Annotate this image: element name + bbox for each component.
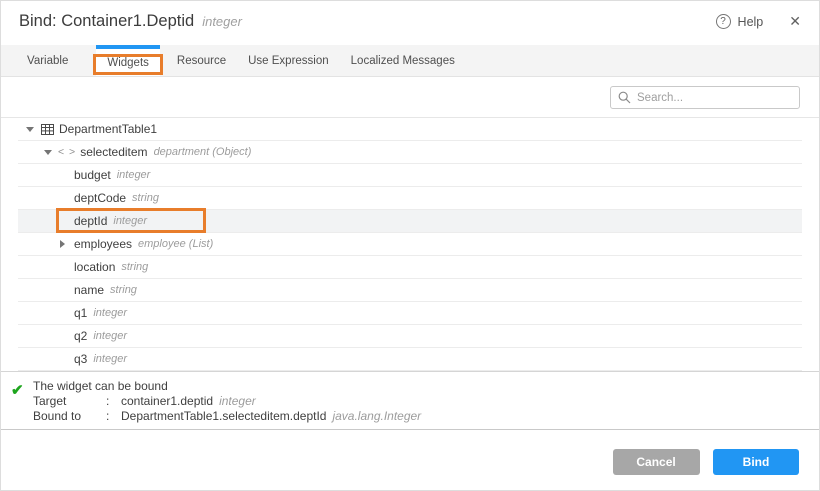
dialog-title: Bind: Container1.Deptid [19, 12, 194, 30]
tree-row-selecteditem[interactable]: < > selecteditem department (Object) [18, 141, 802, 164]
table-icon [41, 124, 54, 135]
target-type: integer [219, 394, 256, 409]
tab-variable[interactable]: Variable [16, 45, 79, 76]
tab-use-expression[interactable]: Use Expression [237, 45, 340, 76]
tree-row-q2[interactable]: q2 integer [18, 325, 802, 348]
bind-dialog: Bind: Container1.Deptidinteger ? Help ✕ … [0, 0, 820, 491]
tree-row-q1[interactable]: q1 integer [18, 302, 802, 325]
tree-row-budget[interactable]: budget integer [18, 164, 802, 187]
tree-row-type: integer [93, 307, 127, 319]
tree-row-label: deptCode [74, 191, 126, 205]
tree-row-label: q1 [74, 306, 87, 320]
status-target-line: Target : container1.deptid integer [33, 394, 819, 409]
tree-row-q3[interactable]: q3 integer [18, 348, 802, 371]
close-icon[interactable]: ✕ [789, 14, 801, 29]
help-link[interactable]: Help [738, 15, 764, 29]
status-boundto-line: Bound to : DepartmentTable1.selecteditem… [33, 409, 819, 424]
target-label: Target [33, 394, 106, 409]
dialog-header: Bind: Container1.Deptid integer ? Help ✕ [1, 1, 819, 45]
tree-row-type: string [132, 192, 159, 204]
caret-down-icon[interactable] [44, 150, 52, 155]
tree-row-employees[interactable]: employees employee (List) [18, 233, 802, 256]
tree-row-type: integer [93, 353, 127, 365]
code-brackets-icon: < > [58, 146, 76, 158]
cancel-button[interactable]: Cancel [613, 449, 700, 475]
tree-row-deptcode[interactable]: deptCode string [18, 187, 802, 210]
check-icon: ✔ [11, 381, 24, 399]
tree-row-label: budget [74, 168, 111, 182]
tree-row-label: DepartmentTable1 [59, 122, 157, 136]
tree-row-type: employee (List) [138, 238, 213, 250]
dialog-title-type: integer [202, 14, 242, 29]
tree-row-departmenttable1[interactable]: DepartmentTable1 [18, 118, 802, 141]
tree-row-deptid[interactable]: deptId integer [18, 210, 802, 233]
bind-status-panel: ✔ The widget can be bound Target : conta… [1, 372, 819, 430]
caret-down-icon[interactable] [26, 127, 34, 132]
tab-resource[interactable]: Resource [166, 45, 237, 76]
tree-row-type: string [110, 284, 137, 296]
search-bar [1, 77, 819, 118]
tree-row-label: location [74, 260, 115, 274]
tree-row-label: employees [74, 237, 132, 251]
tab-widgets[interactable]: Widgets [96, 45, 160, 76]
boundto-type: java.lang.Integer [332, 409, 421, 424]
tab-widgets-label: Widgets [107, 57, 149, 69]
caret-right-icon[interactable] [60, 240, 65, 248]
bind-button[interactable]: Bind [713, 449, 799, 475]
search-icon [618, 91, 631, 104]
tree-row-label: name [74, 283, 104, 297]
tree-row-label: selecteditem [80, 145, 147, 159]
target-value: container1.deptid [121, 394, 213, 409]
tree-row-type: integer [93, 330, 127, 342]
tree-row-name[interactable]: name string [18, 279, 802, 302]
tree-row-label: q2 [74, 329, 87, 343]
tree-row-label: q3 [74, 352, 87, 366]
tree-row-location[interactable]: location string [18, 256, 802, 279]
tree-row-type: department (Object) [154, 146, 252, 158]
tree-row-label: deptId [74, 214, 107, 228]
help-icon[interactable]: ? [716, 14, 731, 29]
tab-localized-messages[interactable]: Localized Messages [340, 45, 466, 76]
boundto-value: DepartmentTable1.selecteditem.deptId [121, 409, 326, 424]
status-message: The widget can be bound [33, 379, 819, 394]
dialog-footer: Cancel Bind [1, 430, 819, 490]
tree-row-type: integer [117, 169, 151, 181]
tab-bar: Variable Widgets Resource Use Expression… [1, 45, 819, 77]
search-input[interactable] [610, 86, 800, 109]
boundto-label: Bound to [33, 409, 106, 424]
widget-tree: DepartmentTable1 < > selecteditem depart… [1, 118, 819, 372]
tree-row-type: integer [113, 215, 147, 227]
tree-row-type: string [121, 261, 148, 273]
